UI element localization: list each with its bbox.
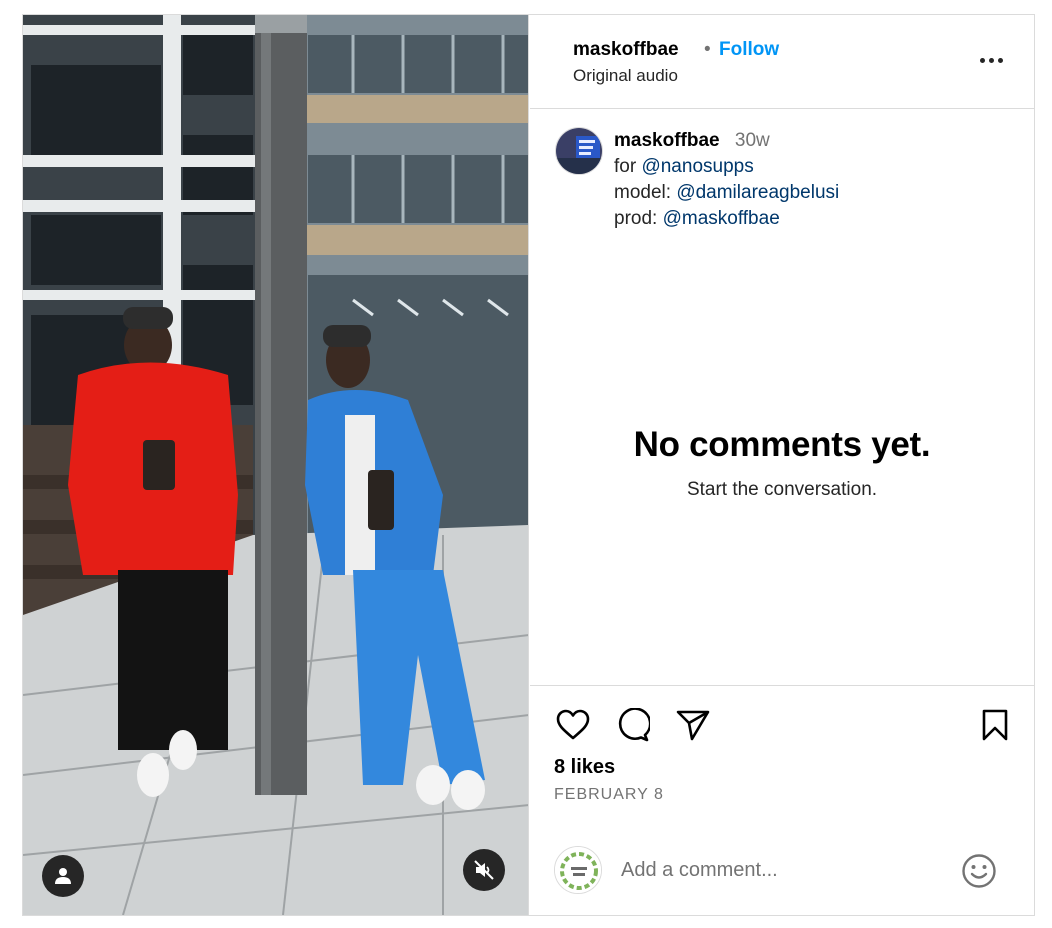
more-options-icon[interactable] [976, 48, 1006, 72]
user-icon [55, 868, 71, 884]
caption-line: model: @damilareagbelusi [614, 182, 840, 203]
empty-comments-subtitle: Start the conversation. [686, 479, 878, 500]
post-header: maskoffbae • Follow Original audio [530, 15, 1034, 109]
mute-toggle-button[interactable] [463, 849, 505, 891]
post-details-panel: maskoffbae • Follow Original audio masko… [530, 15, 1034, 915]
empty-comments-title: No comments yet. [633, 425, 931, 464]
empty-comments: No comments yet. Start the conversation. [530, 425, 1034, 501]
caption-username[interactable]: maskoffbae [614, 130, 720, 151]
follow-button[interactable]: Follow [719, 39, 779, 61]
mention-link[interactable]: @maskoffbae [663, 208, 780, 229]
caption-time[interactable]: 30w [735, 130, 770, 151]
tagged-users-button[interactable] [42, 855, 84, 897]
post-video[interactable] [23, 15, 529, 915]
post-card: maskoffbae • Follow Original audio masko… [22, 14, 1035, 916]
audio-label[interactable]: Original audio [573, 66, 678, 86]
mention-link[interactable]: @nanosupps [641, 156, 753, 177]
likes-count[interactable]: 8 likes [554, 756, 615, 779]
caption-line: for @nanosupps [614, 156, 754, 177]
post-date[interactable]: FEBRUARY 8 [554, 786, 664, 804]
emoji-smiley-icon[interactable] [960, 852, 998, 890]
comment-bubble-icon[interactable] [614, 706, 652, 744]
video-frame-image [23, 15, 528, 915]
comment-input[interactable] [621, 856, 941, 884]
action-icons [554, 706, 1014, 744]
bookmark-icon[interactable] [976, 706, 1014, 744]
current-user-avatar [554, 846, 602, 894]
caption-line: prod: @maskoffbae [614, 208, 780, 229]
speaker-muted-icon [474, 860, 494, 880]
author-username[interactable]: maskoffbae [573, 39, 679, 61]
post-actions: 8 likes FEBRUARY 8 [530, 685, 1034, 915]
caption-text: maskoffbae 30w for @nanosupps model: @da… [614, 128, 839, 232]
share-paper-plane-icon[interactable] [674, 706, 712, 744]
separator-dot: • [704, 39, 711, 60]
mention-link[interactable]: @damilareagbelusi [676, 182, 839, 203]
heart-icon[interactable] [554, 706, 592, 744]
add-comment-row [530, 836, 1034, 904]
author-avatar[interactable] [555, 127, 603, 175]
